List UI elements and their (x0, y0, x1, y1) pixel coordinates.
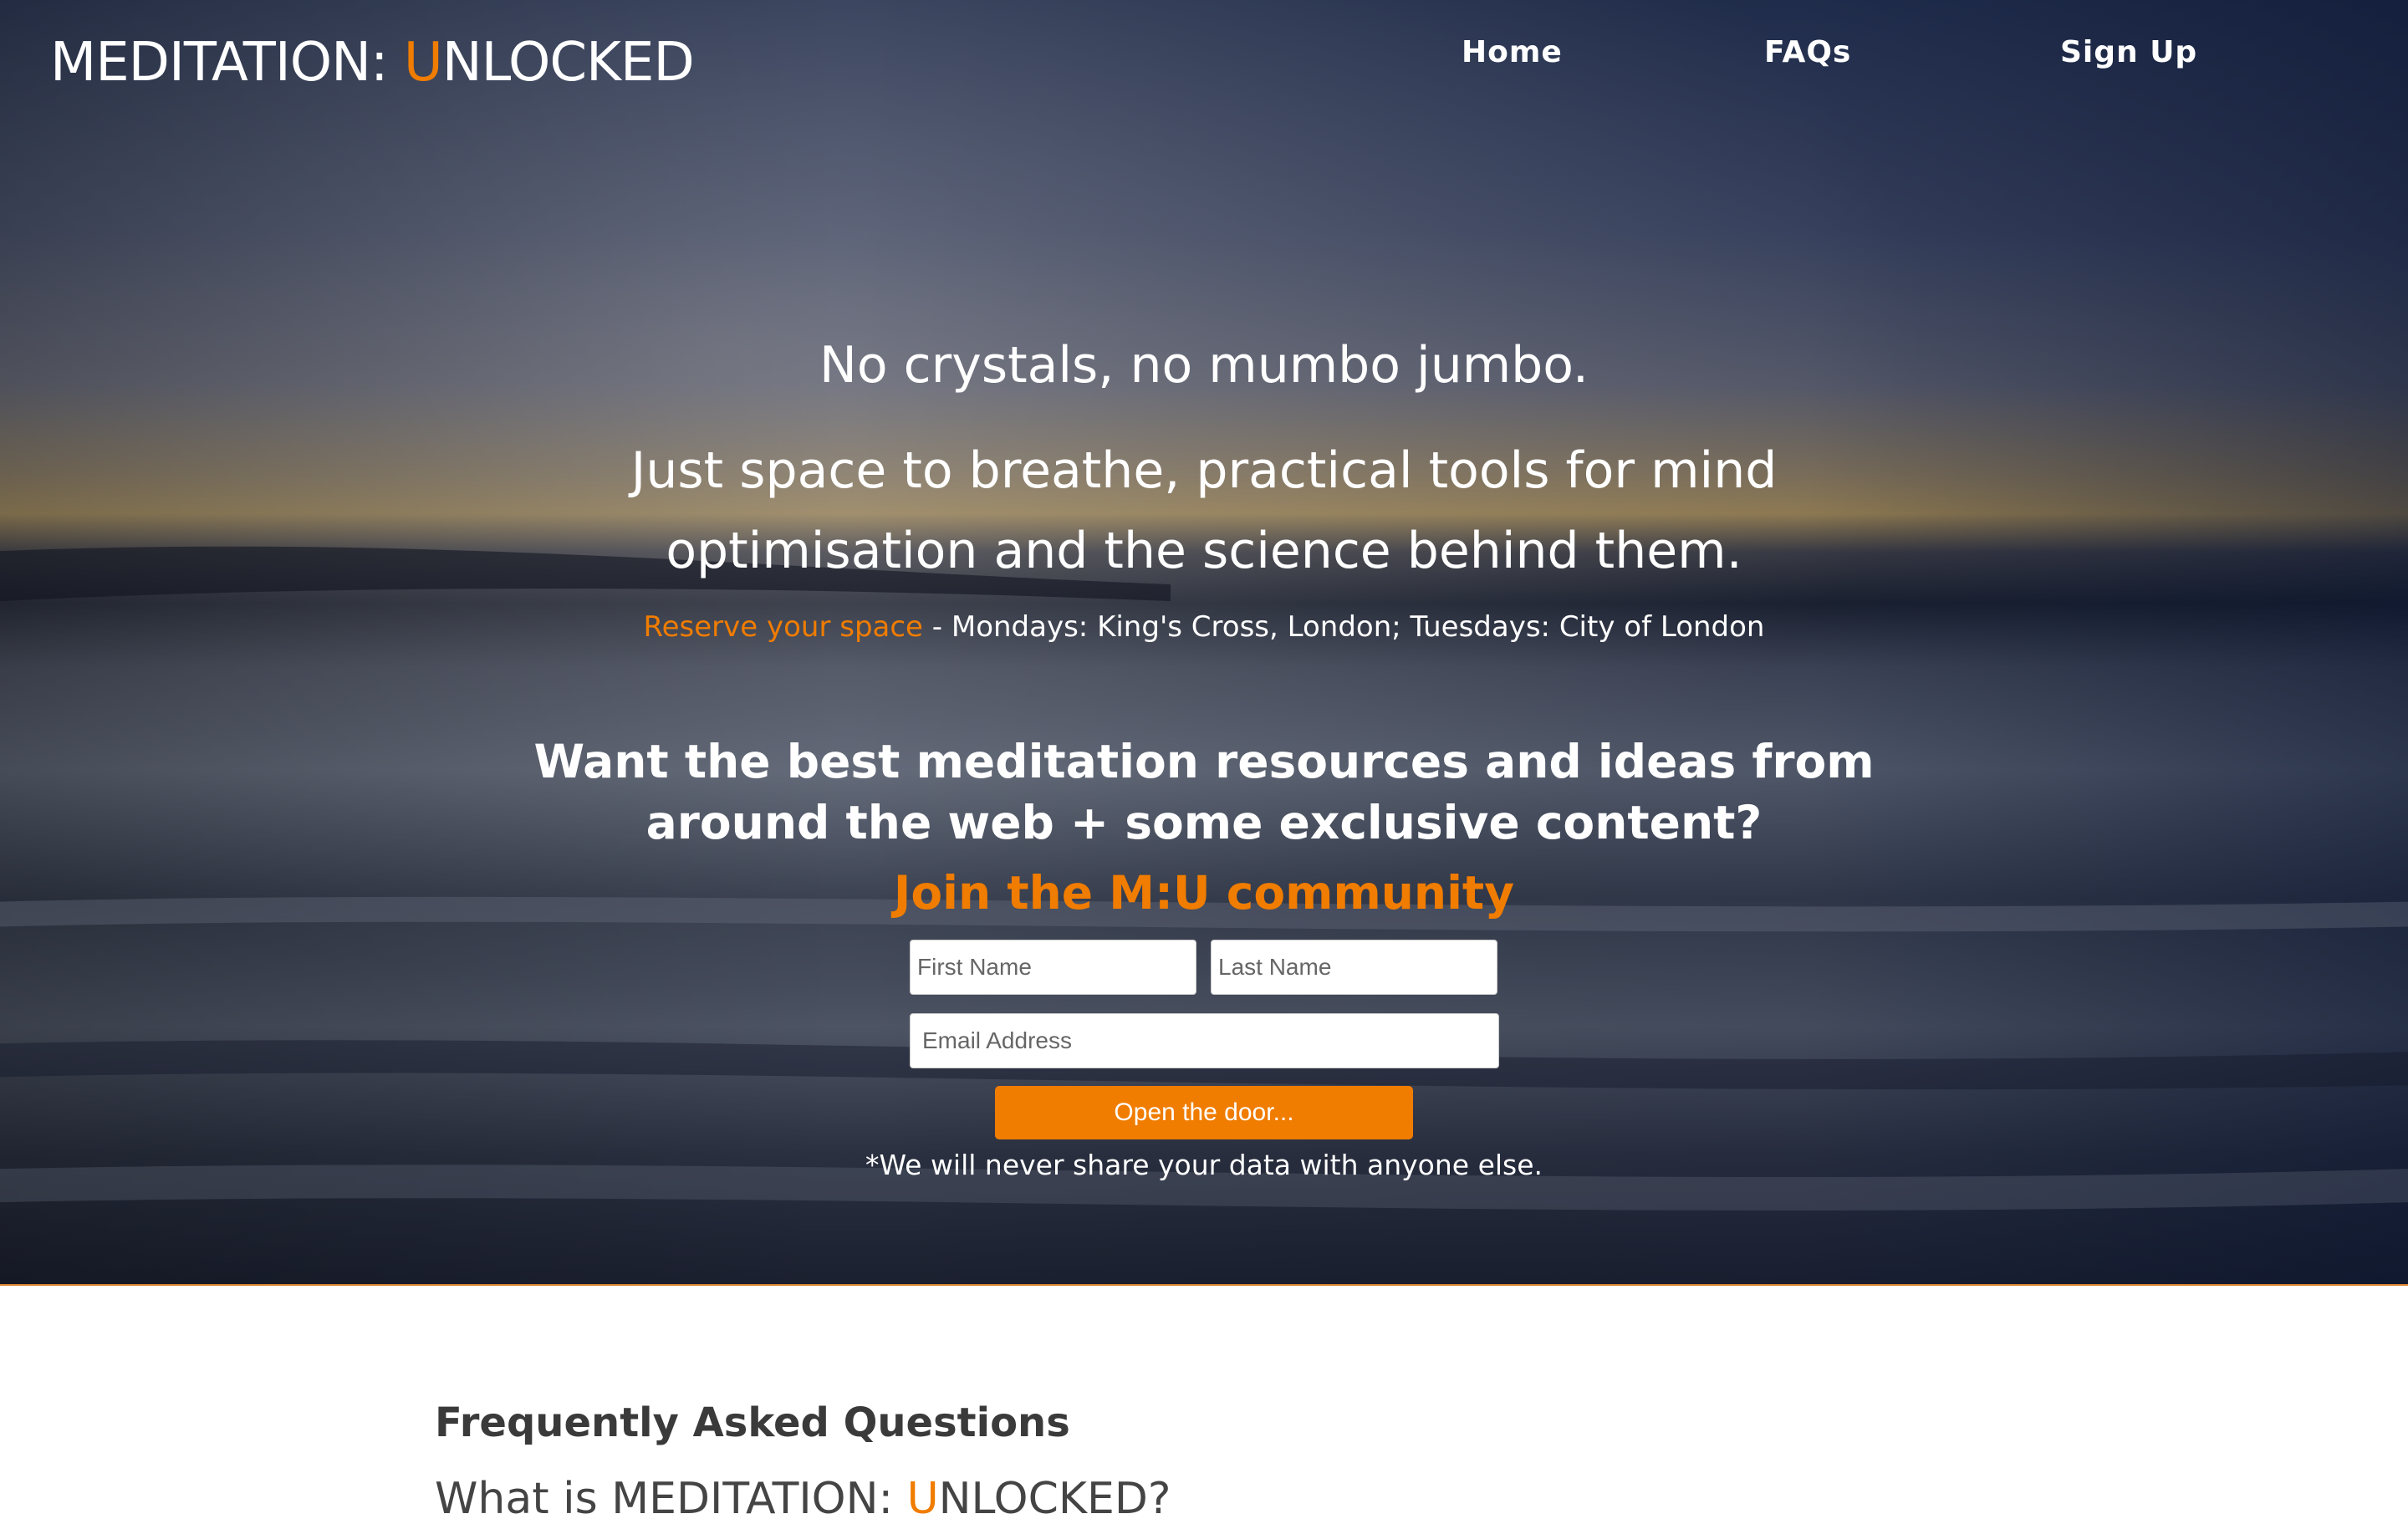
nav-home-link[interactable]: Home (1462, 35, 1563, 69)
hero-section: MEDITATION: UNLOCKED Home FAQs Sign Up N… (0, 0, 2408, 1286)
first-name-field[interactable] (910, 940, 1196, 995)
open-door-submit-button[interactable]: Open the door... (995, 1086, 1413, 1139)
email-field[interactable] (910, 1013, 1499, 1068)
reserve-space-link[interactable]: Reserve your space (644, 610, 923, 644)
faq-title: Frequently Asked Questions (435, 1399, 1070, 1446)
faq-question-accent: U (906, 1474, 939, 1524)
privacy-note: *We will never share your data with anyo… (865, 1149, 1543, 1181)
faq-question[interactable]: What is MEDITATION: UNLOCKED? (435, 1474, 1171, 1524)
join-community-heading: Join the M:U community (893, 866, 1515, 920)
reserve-details: - Mondays: King's Cross, London; Tuesday… (922, 610, 1765, 644)
main-nav: Home FAQs Sign Up (0, 35, 2408, 85)
nav-faqs-link[interactable]: FAQs (1764, 35, 1851, 69)
newsletter-heading: Want the best meditation resources and i… (0, 731, 2408, 854)
nav-signup-link[interactable]: Sign Up (2060, 35, 2197, 69)
tagline-secondary-text: Just space to breathe, practical tools f… (630, 441, 1778, 580)
faq-question-part1: What is MEDITATION: (435, 1474, 907, 1524)
newsletter-heading-text: Want the best meditation resources and i… (533, 735, 1875, 849)
last-name-field[interactable] (1211, 940, 1497, 995)
faq-question-part2: NLOCKED? (938, 1474, 1171, 1524)
reserve-line: Reserve your space - Mondays: King's Cro… (0, 610, 2408, 644)
tagline-primary: No crystals, no mumbo jumbo. (819, 336, 1589, 395)
tagline-secondary: Just space to breathe, practical tools f… (0, 431, 2408, 591)
